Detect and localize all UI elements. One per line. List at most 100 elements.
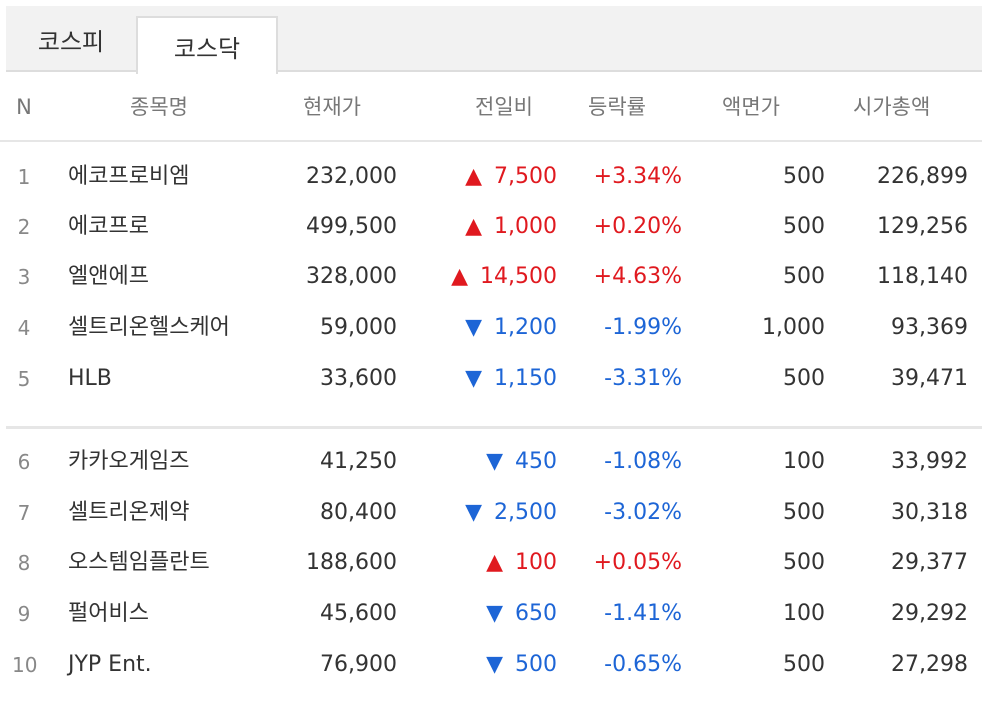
change-value: 14,500 (480, 264, 557, 289)
change-cell: ▼ 2,500 (465, 488, 557, 538)
up-triangle-icon: ▲ (451, 264, 469, 289)
down-triangle-icon: ▼ (486, 449, 503, 474)
table-row[interactable]: 7 셀트리온제약 80,400 ▼ 2,500 -3.02% 500 30,318 (0, 488, 982, 538)
table-row[interactable]: 9 펄어비스 45,600 ▼ 650 -1.41% 100 29,292 (0, 589, 982, 639)
change-value: 1,150 (494, 366, 557, 391)
row-rank: 3 (17, 265, 31, 289)
current-price: 80,400 (320, 500, 397, 525)
change-cell: ▲ 100 (486, 538, 557, 588)
par-value: 500 (783, 550, 825, 575)
change-rate: -0.65% (604, 652, 682, 677)
current-price: 59,000 (320, 315, 397, 340)
stock-name-link[interactable]: HLB (68, 354, 112, 404)
table-row[interactable]: 5 HLB 33,600 ▼ 1,150 -3.31% 500 39,471 (0, 354, 982, 404)
stock-name-link[interactable]: 오스템임플란트 (68, 538, 210, 588)
change-cell: ▼ 1,200 (465, 303, 557, 353)
up-triangle-icon: ▲ (486, 550, 503, 575)
col-header-change: 전일비 (475, 95, 533, 119)
current-price: 45,600 (320, 601, 397, 626)
stock-name-link[interactable]: JYP Ent. (68, 640, 152, 690)
stock-name-link[interactable]: 엘앤에프 (68, 252, 149, 302)
row-rank: 9 (17, 602, 31, 626)
table-row[interactable]: 10 JYP Ent. 76,900 ▼ 500 -0.65% 500 27,298 (0, 640, 982, 690)
tab-kosdaq[interactable]: 코스닥 (136, 16, 278, 74)
change-cell: ▲ 1,000 (465, 202, 557, 252)
stock-name-link[interactable]: 에코프로 (68, 202, 149, 252)
up-triangle-icon: ▲ (465, 214, 483, 239)
current-price: 33,600 (320, 366, 397, 391)
col-header-rate: 등락률 (588, 95, 646, 119)
par-value: 500 (783, 214, 825, 239)
change-cell: ▲ 14,500 (451, 252, 557, 302)
change-rate: -3.31% (604, 366, 682, 391)
par-value: 500 (783, 652, 825, 677)
col-header-par: 액면가 (722, 95, 780, 119)
down-triangle-icon: ▼ (486, 652, 503, 677)
change-cell: ▼ 450 (486, 437, 557, 487)
change-value: 450 (515, 449, 557, 474)
row-rank: 5 (17, 367, 31, 391)
down-triangle-icon: ▼ (465, 500, 483, 525)
change-rate: +4.63% (593, 264, 682, 289)
par-value: 100 (783, 449, 825, 474)
stock-name-link[interactable]: 펄어비스 (68, 589, 149, 639)
change-value: 2,500 (494, 500, 557, 525)
current-price: 328,000 (306, 264, 397, 289)
stock-name-link[interactable]: 셀트리온헬스케어 (68, 303, 230, 353)
market-cap: 226,899 (877, 164, 968, 189)
market-cap: 33,992 (891, 449, 968, 474)
change-rate: -1.99% (604, 315, 682, 340)
change-value: 650 (515, 601, 557, 626)
market-cap: 93,369 (891, 315, 968, 340)
row-rank: 10 (12, 653, 38, 677)
market-tabbar: 코스피 코스닥 (6, 6, 982, 74)
row-rank: 6 (17, 450, 31, 474)
stock-name-link[interactable]: 셀트리온제약 (68, 488, 189, 538)
change-cell: ▼ 650 (486, 589, 557, 639)
par-value: 500 (783, 164, 825, 189)
change-cell: ▼ 500 (486, 640, 557, 690)
change-value: 1,200 (494, 315, 557, 340)
row-rank: 7 (17, 501, 31, 525)
market-cap: 30,318 (891, 500, 968, 525)
current-price: 499,500 (306, 214, 397, 239)
row-rank: 1 (17, 165, 31, 189)
table-row[interactable]: 4 셀트리온헬스케어 59,000 ▼ 1,200 -1.99% 1,000 93,369 (0, 303, 982, 353)
market-cap: 118,140 (877, 264, 968, 289)
table-row[interactable]: 2 에코프로 499,500 ▲ 1,000 +0.20% 500 129,256 (0, 202, 982, 252)
stock-name-link[interactable]: 카카오게임즈 (68, 437, 189, 487)
change-cell: ▲ 7,500 (465, 152, 557, 202)
table-row[interactable]: 6 카카오게임즈 41,250 ▼ 450 -1.08% 100 33,992 (0, 437, 982, 487)
table-header: N 종목명 현재가 전일비 등락률 액면가 시가총액 (0, 72, 982, 142)
tab-kospi[interactable]: 코스피 (6, 6, 136, 72)
row-rank: 4 (17, 316, 31, 340)
up-triangle-icon: ▲ (465, 164, 483, 189)
change-rate: -1.08% (604, 449, 682, 474)
down-triangle-icon: ▼ (486, 601, 503, 626)
stock-name-link[interactable]: 에코프로비엠 (68, 152, 189, 202)
current-price: 232,000 (306, 164, 397, 189)
col-header-cap: 시가총액 (853, 95, 931, 119)
change-rate: -1.41% (604, 601, 682, 626)
change-rate: +0.20% (593, 214, 682, 239)
change-value: 1,000 (494, 214, 557, 239)
change-cell: ▼ 1,150 (465, 354, 557, 404)
row-rank: 8 (17, 551, 31, 575)
col-header-n: N (16, 95, 32, 119)
change-rate: +0.05% (593, 550, 682, 575)
table-row[interactable]: 3 엘앤에프 328,000 ▲ 14,500 +4.63% 500 118,140 (0, 252, 982, 302)
par-value: 500 (783, 264, 825, 289)
market-cap: 29,377 (891, 550, 968, 575)
current-price: 76,900 (320, 652, 397, 677)
market-cap: 27,298 (891, 652, 968, 677)
row-rank: 2 (17, 215, 31, 239)
change-value: 500 (515, 652, 557, 677)
current-price: 41,250 (320, 449, 397, 474)
par-value: 500 (783, 366, 825, 391)
table-row[interactable]: 1 에코프로비엠 232,000 ▲ 7,500 +3.34% 500 226,899 (0, 152, 982, 202)
market-cap: 29,292 (891, 601, 968, 626)
change-rate: -3.02% (604, 500, 682, 525)
change-value: 100 (515, 550, 557, 575)
market-cap: 39,471 (891, 366, 968, 391)
table-row[interactable]: 8 오스템임플란트 188,600 ▲ 100 +0.05% 500 29,377 (0, 538, 982, 588)
